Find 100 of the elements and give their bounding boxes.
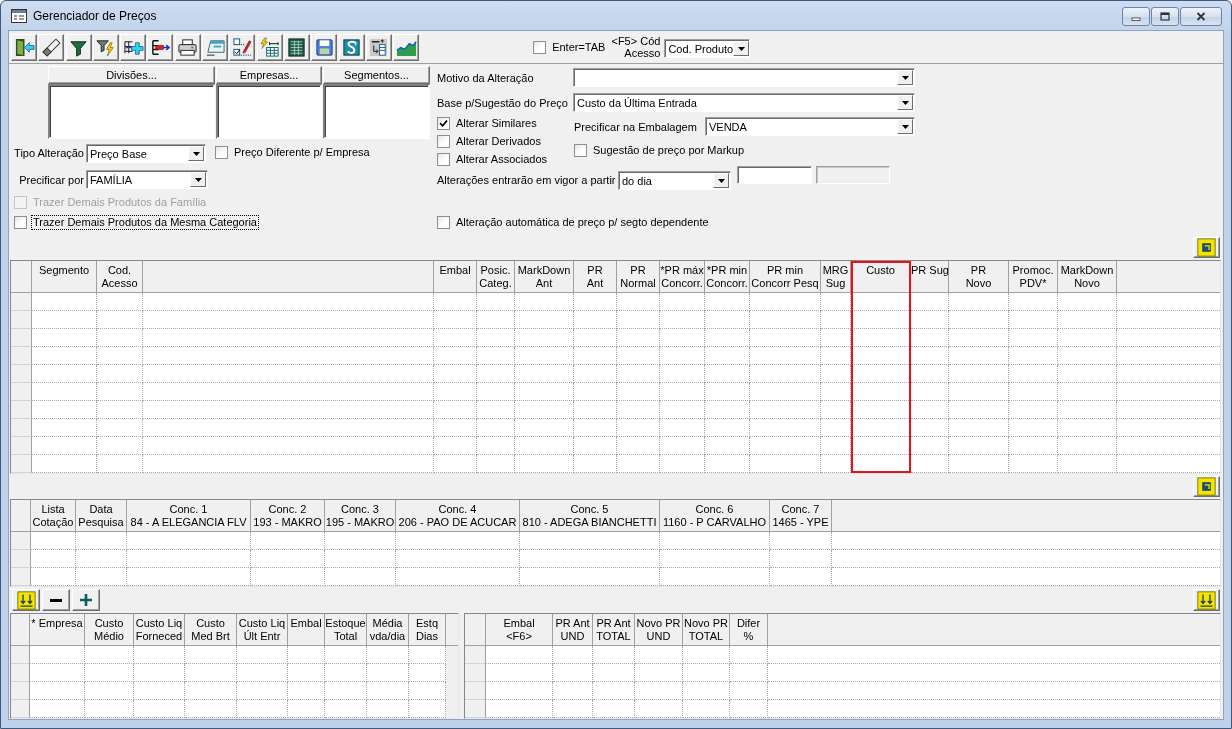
column-header[interactable]: *PR máx Concorr. [660,261,705,293]
column-header[interactable]: Promoc. PDV* [1009,261,1058,293]
table-cell [660,293,705,311]
table-cell [32,455,97,473]
start-select[interactable]: do dia [618,171,731,190]
column-header[interactable]: PR Ant TOTAL [593,614,635,646]
column-header[interactable]: PR Ant [574,261,617,293]
column-header[interactable]: Lista Cotação [31,500,76,532]
minus-icon [50,598,62,602]
toolbar-button[interactable] [1193,237,1220,258]
table-cell [477,419,515,437]
checkbox-label: Alteração automática de preço p/ segto dependente [455,215,710,229]
table-cell [477,329,515,347]
field-label: Base p/Sugestão do Preço [437,96,569,109]
checkbox[interactable] [215,145,228,159]
table-cell [288,700,325,718]
table-cell [821,293,851,311]
list-box[interactable] [48,84,215,139]
table-cell [325,664,367,682]
table-cell [32,401,97,419]
checkbox-label: Trazer Demais Produtos da Família [32,195,208,209]
list-box[interactable] [216,84,322,139]
column-header[interactable]: Embal [288,614,325,646]
checkbox[interactable] [437,116,450,130]
column-header[interactable]: Estq Dias [409,614,446,646]
table-cell [821,419,851,437]
table-cell [574,437,617,455]
column-header[interactable]: MarkDown Novo [1058,261,1117,293]
table-cell [76,532,127,550]
column-header[interactable]: PR Normal [617,261,660,293]
add-button[interactable] [72,589,100,611]
table-cell [553,646,593,664]
toolbar-button[interactable] [1193,589,1220,611]
price-by-select[interactable]: FAMÍLIA [86,170,208,189]
reason-select[interactable] [573,68,915,87]
table-cell [32,383,97,401]
table-cell [949,401,1009,419]
column-header[interactable]: *PR min Concorr. [705,261,750,293]
table-cell [515,401,574,419]
close-button[interactable] [1180,7,1222,26]
table-cell [185,700,237,718]
column-header[interactable]: Segmento [32,261,97,293]
price-base-select[interactable]: Custo da Última Entrada [573,93,915,112]
column-header[interactable]: Conc. 2 193 - MAKRO [251,500,325,532]
column-header[interactable]: Embal <F6> [486,614,553,646]
maximize-icon [1160,12,1170,21]
checkbox[interactable] [14,215,27,229]
change-type-select[interactable]: Preço Base [86,144,206,163]
column-header[interactable]: Novo PR UND [635,614,683,646]
table-cell [821,437,851,455]
text-field[interactable] [737,166,812,184]
checkbox[interactable] [574,143,587,157]
table-cell [325,700,367,718]
column-header[interactable]: PR min Concorr Pesq [750,261,821,293]
checkbox[interactable] [437,215,450,229]
column-header[interactable]: PR Ant UND [553,614,593,646]
column-header[interactable]: Estoque Total [325,614,367,646]
column-header[interactable]: Difer % [730,614,768,646]
toolbar-button[interactable] [1193,476,1220,497]
list-header-button[interactable]: Segmentos... [323,66,430,84]
maximize-button[interactable] [1151,7,1179,26]
checkbox[interactable] [437,152,450,166]
column-header[interactable]: Cod. Acesso [97,261,143,293]
column-header[interactable]: Conc. 6 1160 - P CARVALHO [660,500,770,532]
list-header-button[interactable]: Divisões... [48,66,215,84]
column-header[interactable]: Custo Liq Forneced [134,614,185,646]
column-header[interactable]: Conc. 7 1465 - YPE [770,500,832,532]
column-header[interactable]: Custo Médio [85,614,134,646]
column-header[interactable]: MRG Sug [821,261,851,293]
column-header[interactable]: Média vda/dia [367,614,409,646]
column-header[interactable]: Conc. 1 84 - A ELEGANCIA FLV [127,500,251,532]
column-header[interactable]: Custo Med Brt [185,614,237,646]
column-header[interactable]: Posic. Categ. [477,261,515,293]
column-header[interactable]: * Empresa [30,614,85,646]
column-header[interactable]: PR Sug [911,261,949,293]
table-cell [574,329,617,347]
column-header[interactable]: Custo Liq Últ Entr [237,614,288,646]
list-header-button[interactable]: Empresas... [216,66,322,84]
column-header[interactable]: MarkDown Ant [515,261,574,293]
package-select[interactable]: VENDA [705,117,915,136]
table-cell [911,401,949,419]
list-box[interactable] [323,84,430,139]
column-header[interactable]: Custo [851,261,911,293]
column-header[interactable]: Conc. 4 206 - PAO DE ACUCAR [396,500,520,532]
checkbox[interactable] [437,134,450,148]
table-cell [434,365,477,383]
toolbar-button[interactable] [12,589,40,611]
checkbox[interactable] [533,40,547,54]
table-cell [434,311,477,329]
column-header[interactable]: Data Pesquisa [76,500,127,532]
column-header[interactable]: PR Novo [949,261,1009,293]
column-header[interactable]: Conc. 3 195 - MAKRO [325,500,396,532]
table-cell [821,311,851,329]
column-header[interactable]: Conc. 5 810 - ADEGA BIANCHETTI [520,500,660,532]
column-header[interactable]: Novo PR TOTAL [683,614,730,646]
remove-button[interactable] [42,589,70,611]
access-code-select[interactable]: Cod. Produto [664,39,751,58]
checkbox-label: Trazer Demais Produtos da Mesma Categoria [32,215,258,229]
column-header[interactable]: Embal [434,261,477,293]
table-cell [288,646,325,664]
